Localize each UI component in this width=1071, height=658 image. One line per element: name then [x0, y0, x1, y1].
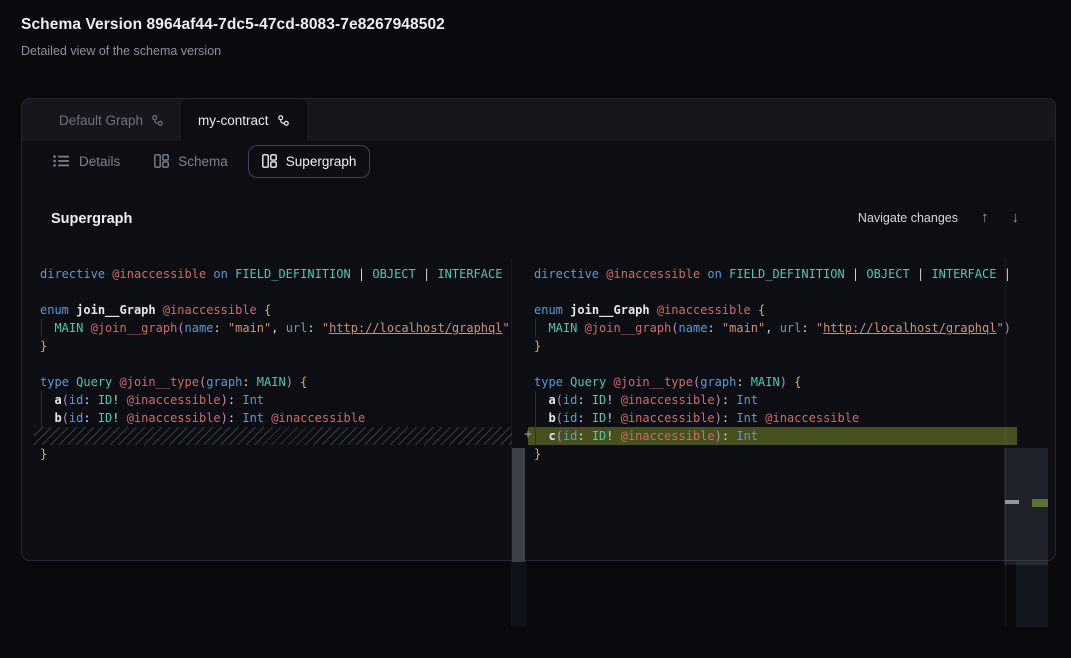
subtab-label: Details: [79, 154, 120, 169]
graph-tab-my-contract[interactable]: my-contract: [181, 99, 307, 141]
navigate-up-button[interactable]: ↑: [981, 210, 989, 225]
code-line: [528, 283, 1017, 301]
tab-label: Default Graph: [59, 113, 143, 128]
code-line: MAIN @join__graph(name: "main", url: "ht…: [528, 319, 1017, 337]
page-subtitle: Detailed view of the schema version: [21, 44, 221, 58]
code-line: }: [528, 445, 1017, 463]
code-line: type Query @join__type(graph: MAIN) {: [528, 373, 1017, 391]
variant-icon: [277, 114, 290, 127]
navigate-changes-label: Navigate changes: [858, 211, 958, 225]
code-line: directive @inaccessible on FIELD_DEFINIT…: [34, 265, 512, 283]
columns-icon: [154, 154, 169, 168]
code-line: directive @inaccessible on FIELD_DEFINIT…: [528, 265, 1017, 283]
page-root: Schema Version 8964af44-7dc5-47cd-8083-7…: [0, 0, 1071, 658]
tab-supergraph[interactable]: Supergraph: [248, 145, 371, 178]
scrollbar-slider[interactable]: [512, 448, 525, 562]
supergraph-diff-editor: directive @inaccessible on FIELD_DEFINIT…: [34, 259, 1049, 562]
code-line: b(id: ID! @inaccessible): Int @inaccessi…: [528, 409, 1017, 427]
minimap-text-mark: [1005, 500, 1019, 504]
diff-placeholder-row: [34, 427, 512, 445]
scrollbar-track: [512, 561, 527, 626]
variant-icon: [151, 114, 164, 127]
tab-details[interactable]: Details: [39, 145, 134, 178]
graph-tab-strip: Default Graph my-contract: [22, 99, 1055, 141]
code-line: a(id: ID! @inaccessible): Int: [34, 391, 512, 409]
code-line: type Query @join__type(graph: MAIN) {: [34, 373, 512, 391]
code-line: }: [34, 337, 512, 355]
navigate-down-button[interactable]: ↓: [1012, 210, 1020, 225]
diff-modified-pane[interactable]: directive @inaccessible on FIELD_DEFINIT…: [528, 259, 1017, 562]
page-title: Schema Version 8964af44-7dc5-47cd-8083-7…: [21, 16, 445, 34]
columns-icon: [262, 154, 277, 168]
code-line: }: [34, 445, 512, 463]
tab-schema[interactable]: Schema: [140, 145, 242, 178]
navigate-changes: Navigate changes ↑ ↓: [858, 210, 1019, 225]
tab-label: my-contract: [198, 113, 269, 128]
minimap-added-mark: [1032, 499, 1048, 507]
minimap-track: [1016, 561, 1048, 627]
subtab-label: Schema: [178, 154, 228, 169]
code-line: b(id: ID! @inaccessible): Int @inaccessi…: [34, 409, 512, 427]
code-line: [528, 355, 1017, 373]
code-line: MAIN @join__graph(name: "main", url: "ht…: [34, 319, 512, 337]
code-line: [34, 283, 512, 301]
code-line: enum join__Graph @inaccessible {: [528, 301, 1017, 319]
view-subtabs: Details Schema Supergraph: [22, 141, 1055, 181]
editor-right-edge-line: [1005, 258, 1006, 626]
code-line: [34, 355, 512, 373]
schema-version-card: Default Graph my-contract Details Schema Su…: [21, 98, 1056, 561]
subtab-label: Supergraph: [286, 154, 357, 169]
code-line: a(id: ID! @inaccessible): Int: [528, 391, 1017, 409]
code-line: }: [528, 337, 1017, 355]
graph-tab-default-graph[interactable]: Default Graph: [42, 99, 181, 141]
list-icon: [53, 154, 70, 168]
diff-original-pane[interactable]: directive @inaccessible on FIELD_DEFINIT…: [34, 259, 512, 562]
diff-insert-plus-icon: +: [517, 426, 539, 444]
code-line: enum join__Graph @inaccessible {: [34, 301, 512, 319]
supergraph-heading: Supergraph: [51, 211, 132, 227]
diff-added-line: c(id: ID! @inaccessible): Int: [528, 427, 1017, 445]
